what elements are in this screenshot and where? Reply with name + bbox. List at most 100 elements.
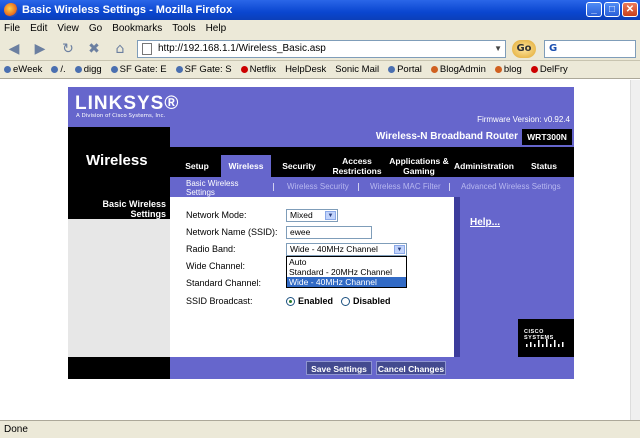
tab-wireless[interactable]: Wireless bbox=[221, 155, 271, 177]
menu-go[interactable]: Go bbox=[89, 23, 102, 34]
bookmark-icon bbox=[51, 65, 59, 73]
menu-bookmarks[interactable]: Bookmarks bbox=[112, 23, 162, 34]
dropdown-option-wide[interactable]: Wide - 40MHz Channel bbox=[287, 277, 406, 287]
tab-status[interactable]: Status bbox=[524, 155, 564, 177]
firmware-version: Firmware Version: v0.92.4 bbox=[477, 115, 570, 124]
radio-band-select[interactable]: Wide - 40MHz Channel ▼ bbox=[286, 243, 407, 256]
back-icon[interactable]: ◀ bbox=[4, 40, 24, 58]
subtab-mac-filter[interactable]: Wireless MAC Filter bbox=[370, 182, 441, 191]
help-link[interactable]: Help... bbox=[470, 217, 500, 228]
status-bar: Done bbox=[0, 420, 640, 438]
bookmark-item[interactable]: SF Gate: S bbox=[175, 64, 232, 75]
bookmark-item[interactable]: digg bbox=[74, 64, 102, 75]
subtab-basic-wireless[interactable]: Basic Wireless Settings bbox=[186, 179, 248, 197]
ssid-broadcast-enabled-radio[interactable] bbox=[286, 297, 295, 306]
network-mode-select[interactable]: Mixed ▼ bbox=[286, 209, 338, 222]
bookmark-icon bbox=[4, 65, 11, 73]
help-column: Help... CISCO SYSTEMS bbox=[454, 197, 574, 357]
bookmark-item[interactable]: BlogAdmin bbox=[430, 64, 486, 75]
firefox-icon bbox=[4, 3, 18, 17]
wide-channel-label: Wide Channel: bbox=[186, 261, 246, 271]
tab-security[interactable]: Security bbox=[276, 155, 322, 177]
bookmark-item[interactable]: Portal bbox=[388, 64, 422, 75]
menu-help[interactable]: Help bbox=[206, 23, 227, 34]
subtab-separator: | bbox=[357, 182, 360, 191]
ssid-input[interactable]: ewee bbox=[286, 226, 372, 239]
tab-access-restrictions[interactable]: Access Restrictions bbox=[330, 155, 384, 177]
cancel-changes-button[interactable]: Cancel Changes bbox=[376, 361, 446, 375]
chevron-down-icon: ▼ bbox=[325, 211, 336, 220]
router-ui: LINKSYS® A Division of Cisco Systems, In… bbox=[68, 87, 574, 379]
subtab-separator: | bbox=[272, 182, 275, 191]
cisco-bars-icon bbox=[526, 339, 564, 347]
menubar: File Edit View Go Bookmarks Tools Help bbox=[0, 20, 640, 37]
bookmark-item[interactable]: Sonic Mail bbox=[335, 64, 379, 75]
save-settings-button[interactable]: Save Settings bbox=[306, 361, 372, 375]
menu-edit[interactable]: Edit bbox=[30, 23, 47, 34]
tab-administration[interactable]: Administration bbox=[452, 155, 516, 177]
radio-band-value: Wide - 40MHz Channel bbox=[290, 244, 378, 254]
stop-icon[interactable]: ✖ bbox=[84, 40, 104, 58]
page-content: LINKSYS® A Division of Cisco Systems, In… bbox=[0, 80, 640, 420]
main-tabs: Wireless Setup Wireless Security Access … bbox=[68, 147, 574, 177]
settings-content: Basic Wireless Settings Network Mode: Mi… bbox=[68, 197, 574, 357]
network-mode-value: Mixed bbox=[290, 210, 313, 220]
bookmark-item[interactable]: /. bbox=[51, 64, 66, 75]
subtab-advanced-wireless[interactable]: Advanced Wireless Settings bbox=[461, 182, 561, 191]
url-dropdown-icon[interactable]: ▼ bbox=[494, 41, 502, 57]
subtab-separator: | bbox=[448, 182, 451, 191]
radio-band-dropdown: Auto Standard - 20MHz Channel Wide - 40M… bbox=[286, 256, 407, 288]
bookmarks-toolbar: eWeek /. digg SF Gate: E SF Gate: S Netf… bbox=[0, 61, 640, 79]
router-header: LINKSYS® A Division of Cisco Systems, In… bbox=[68, 87, 574, 127]
dropdown-option-auto[interactable]: Auto bbox=[287, 257, 406, 267]
reload-icon[interactable]: ↻ bbox=[58, 40, 78, 58]
close-button[interactable]: ✕ bbox=[622, 2, 638, 17]
home-icon[interactable]: ⌂ bbox=[110, 40, 130, 58]
bookmark-icon bbox=[494, 65, 502, 73]
bookmark-icon bbox=[430, 65, 438, 73]
bookmark-item[interactable]: eWeek bbox=[4, 64, 42, 75]
linksys-logo: LINKSYS® bbox=[75, 93, 180, 114]
product-name: Wireless-N Broadband Router bbox=[375, 131, 518, 142]
ssid-broadcast-label: SSID Broadcast: bbox=[186, 296, 253, 306]
enabled-label: Enabled bbox=[298, 296, 334, 306]
tab-applications-gaming[interactable]: Applications & Gaming bbox=[388, 155, 450, 177]
bookmark-item[interactable]: DelFry bbox=[530, 64, 568, 75]
bookmark-item[interactable]: HelpDesk bbox=[285, 64, 326, 75]
bookmark-item[interactable]: blog bbox=[494, 64, 522, 75]
vertical-scrollbar[interactable] bbox=[630, 80, 640, 420]
navigation-toolbar: ◀ ▶ ↻ ✖ ⌂ http://192.168.1.1/Wireless_Ba… bbox=[0, 37, 640, 61]
forward-icon[interactable]: ▶ bbox=[30, 40, 50, 58]
ssid-broadcast-disabled-radio[interactable] bbox=[341, 297, 350, 306]
url-bar[interactable]: http://192.168.1.1/Wireless_Basic.asp ▼ bbox=[137, 40, 506, 58]
page-icon bbox=[142, 43, 152, 55]
dropdown-option-standard[interactable]: Standard - 20MHz Channel bbox=[287, 267, 406, 277]
bookmark-icon bbox=[74, 65, 82, 73]
bookmark-item[interactable]: SF Gate: E bbox=[110, 64, 167, 75]
sub-tabs: Basic Wireless Settings | Wireless Secur… bbox=[68, 177, 574, 197]
sub-tab-band: Basic Wireless Settings | Wireless Secur… bbox=[170, 177, 574, 197]
network-mode-label: Network Mode: bbox=[186, 210, 247, 220]
ssid-label: Network Name (SSID): bbox=[186, 227, 278, 237]
menu-file[interactable]: File bbox=[4, 23, 20, 34]
menu-tools[interactable]: Tools bbox=[172, 23, 195, 34]
maximize-button[interactable]: □ bbox=[604, 2, 620, 17]
minimize-button[interactable]: _ bbox=[586, 2, 602, 17]
search-input[interactable]: G bbox=[544, 40, 636, 58]
bookmark-icon bbox=[530, 65, 538, 73]
subtab-wireless-security[interactable]: Wireless Security bbox=[287, 182, 349, 191]
url-text: http://192.168.1.1/Wireless_Basic.asp bbox=[158, 43, 326, 54]
cisco-logo: CISCO SYSTEMS bbox=[518, 319, 574, 357]
product-band: Wireless-N Broadband Router WRT300N bbox=[170, 127, 574, 147]
section-title: Wireless bbox=[86, 152, 148, 169]
bookmark-icon bbox=[175, 65, 183, 73]
left-heading: Basic Wireless Settings bbox=[68, 197, 170, 219]
menu-view[interactable]: View bbox=[57, 23, 79, 34]
go-button[interactable]: Go bbox=[512, 40, 536, 58]
bookmark-icon bbox=[110, 65, 118, 73]
footer-band: Save Settings Cancel Changes bbox=[170, 357, 574, 379]
bookmark-item[interactable]: Netflix bbox=[240, 64, 276, 75]
window-title: Basic Wireless Settings - Mozilla Firefo… bbox=[22, 4, 233, 16]
footer-bar: Save Settings Cancel Changes bbox=[68, 357, 574, 379]
tab-setup[interactable]: Setup bbox=[178, 155, 216, 177]
